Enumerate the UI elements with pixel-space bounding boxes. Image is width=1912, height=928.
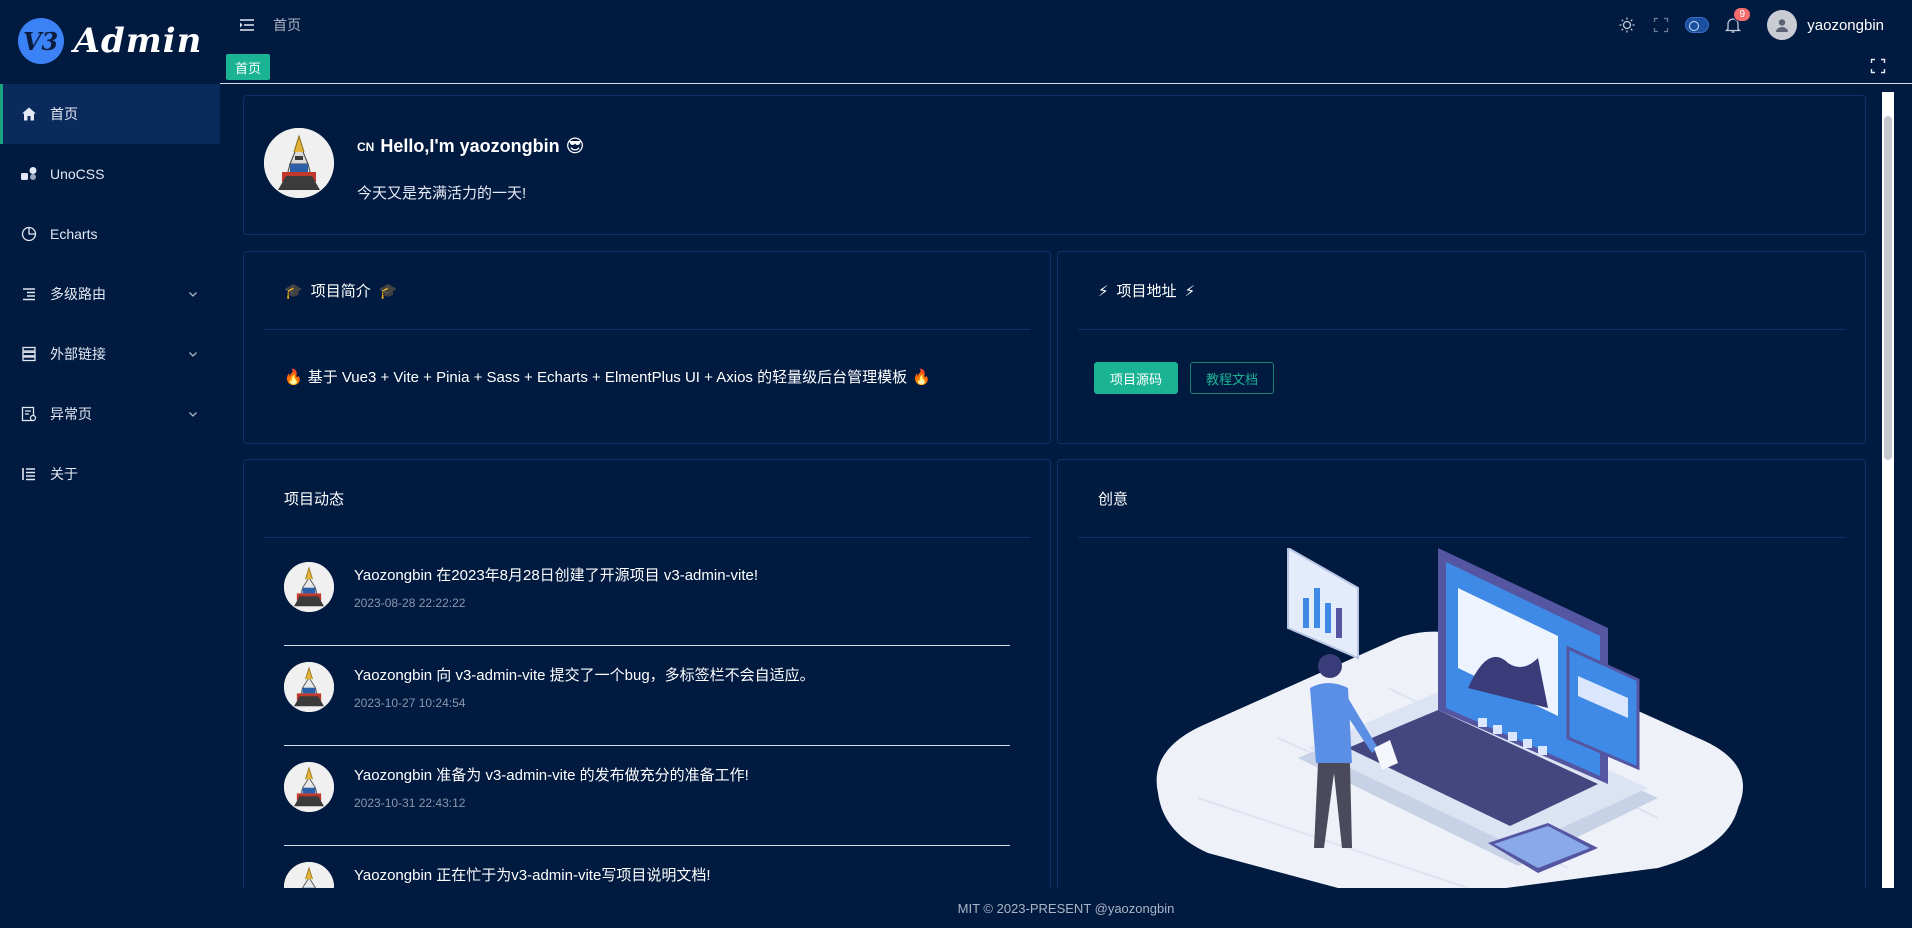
- docs-button[interactable]: 教程文档: [1190, 362, 1275, 394]
- home-icon: [20, 105, 38, 123]
- project-news-card: 项目动态 Yaozongbin 在2023年8月28日创建了开源项目 v3-ad…: [243, 459, 1051, 888]
- source-code-button[interactable]: 项目源码: [1094, 362, 1179, 394]
- scrollbar-thumb[interactable]: [1884, 116, 1892, 460]
- news-text: Yaozongbin 准备为 v3-admin-vite 的发布做充分的准备工作…: [354, 767, 749, 784]
- news-text: Yaozongbin 正在忙于为v3-admin-vite写项目说明文档!: [354, 867, 711, 884]
- username: yaozongbin: [1807, 16, 1884, 34]
- idea-card: 创意: [1057, 459, 1866, 888]
- hello-greeting: Hello,I'm yaozongbin: [380, 136, 560, 156]
- list-item: Yaozongbin 准备为 v3-admin-vite 的发布做充分的准备工作…: [284, 746, 1010, 846]
- breadcrumb[interactable]: 首页: [273, 15, 301, 35]
- fire-icon: 🔥: [912, 368, 931, 386]
- sunglasses-emoji-icon: 😎: [565, 136, 585, 156]
- list-icon: [20, 465, 38, 483]
- graduation-cap-icon: 🎓: [284, 282, 303, 300]
- sidebar-item-external-links[interactable]: 外部链接: [0, 324, 220, 384]
- avatar: [1767, 10, 1798, 40]
- pie-chart-icon: [20, 225, 38, 243]
- sidebar-item-unocss[interactable]: UnoCSS: [0, 144, 220, 204]
- avatar: [284, 662, 334, 712]
- top-header: 首页 9 yaozongbin: [220, 0, 1912, 50]
- logo[interactable]: V3 Admin: [0, 0, 220, 82]
- idea-illustration: [1156, 548, 1743, 888]
- card-title: 创意: [1098, 491, 1129, 508]
- card-header: 项目动态: [264, 460, 1030, 538]
- news-time: 2023-10-31 22:43:12: [354, 796, 466, 810]
- project-intro-text: 🔥 基于 Vue3 + Vite + Pinia + Sass + Echart…: [284, 366, 931, 387]
- card-header: 🎓 项目简介 🎓: [264, 252, 1030, 330]
- graduation-cap-icon: 🎓: [378, 282, 398, 300]
- menu-lines-icon: [20, 285, 38, 303]
- news-list: Yaozongbin 在2023年8月28日创建了开源项目 v3-admin-v…: [284, 546, 1010, 888]
- hello-title: CN Hello,I'm yaozongbin 😎: [357, 136, 584, 157]
- sidebar-item-label: 多级路由: [50, 286, 106, 302]
- hello-subtitle: 今天又是充满活力的一天!: [357, 185, 527, 202]
- card-header: ⚡ 项目地址 ⚡: [1078, 252, 1845, 330]
- address-buttons: 项目源码 教程文档: [1094, 362, 1275, 394]
- user-menu[interactable]: yaozongbin: [1767, 10, 1884, 40]
- sidebar-item-error-page[interactable]: 异常页: [0, 384, 220, 444]
- chevron-down-icon: [188, 286, 198, 302]
- country-code: CN: [357, 139, 375, 154]
- logo-badge: V3: [17, 18, 64, 64]
- tag-home[interactable]: 首页: [226, 54, 271, 80]
- logo-text: Admin: [73, 21, 203, 61]
- fullscreen-icon[interactable]: [1651, 15, 1671, 35]
- menu-toggle-icon[interactable]: [238, 16, 256, 34]
- card-title: 项目动态: [284, 491, 345, 508]
- list-item: Yaozongbin 向 v3-admin-vite 提交了一个bug，多标签栏…: [284, 646, 1010, 746]
- sidebar-item-multilevel-route[interactable]: 多级路由: [0, 264, 220, 324]
- lightning-icon: ⚡: [1098, 282, 1109, 300]
- sidebar: V3 Admin 首页 UnoCSS Echarts 多级路由 外部链接 异常页…: [0, 0, 220, 928]
- sidebar-item-about[interactable]: 关于: [0, 444, 220, 504]
- sidebar-item-echarts[interactable]: Echarts: [0, 204, 220, 264]
- bell-icon[interactable]: 9: [1723, 7, 1752, 35]
- news-text: Yaozongbin 向 v3-admin-vite 提交了一个bug，多标签栏…: [354, 667, 815, 684]
- avatar: [284, 862, 334, 888]
- sidebar-item-home[interactable]: 首页: [0, 84, 220, 144]
- error-page-icon: [20, 405, 38, 423]
- sidebar-item-label: 外部链接: [50, 346, 106, 362]
- server-icon: [20, 345, 38, 363]
- card-header: 创意: [1078, 460, 1845, 538]
- sidebar-item-label: Echarts: [50, 226, 98, 242]
- avatar: [284, 762, 334, 812]
- sidebar-item-label: UnoCSS: [50, 166, 105, 182]
- news-time: 2023-08-28 22:22:22: [354, 596, 466, 610]
- header-actions: 9 yaozongbin: [1617, 0, 1884, 50]
- card-title: 项目地址: [1116, 283, 1177, 300]
- list-item: Yaozongbin 正在忙于为v3-admin-vite写项目说明文档!: [284, 846, 1010, 888]
- theme-switch[interactable]: [1685, 17, 1710, 33]
- footer: MIT © 2023-PRESENT @yaozongbin: [957, 900, 1175, 916]
- sidebar-item-label: 关于: [50, 466, 78, 482]
- project-address-card: ⚡ 项目地址 ⚡ 项目源码 教程文档: [1057, 251, 1866, 444]
- sidebar-menu: 首页 UnoCSS Echarts 多级路由 外部链接 异常页 关于: [0, 84, 220, 504]
- chevron-down-icon: [188, 406, 198, 422]
- news-time: 2023-10-27 10:24:54: [354, 696, 466, 710]
- list-item: Yaozongbin 在2023年8月28日创建了开源项目 v3-admin-v…: [284, 546, 1010, 646]
- project-intro-card: 🎓 项目简介 🎓 🔥 基于 Vue3 + Vite + Pinia + Sass…: [243, 251, 1051, 444]
- notification-badge: 9: [1733, 7, 1752, 22]
- sidebar-item-label: 异常页: [50, 406, 92, 422]
- main-content: CN Hello,I'm yaozongbin 😎 今天又是充满活力的一天! 🎓…: [220, 86, 1880, 888]
- avatar: [284, 562, 334, 612]
- card-title: 项目简介: [310, 283, 371, 300]
- news-text: Yaozongbin 在2023年8月28日创建了开源项目 v3-admin-v…: [354, 567, 759, 584]
- sidebar-item-label: 首页: [50, 106, 78, 122]
- intro-description: 基于 Vue3 + Vite + Pinia + Sass + Echarts …: [307, 369, 908, 386]
- sun-icon[interactable]: [1617, 15, 1637, 35]
- chevron-down-icon: [188, 346, 198, 362]
- shapes-icon: [20, 165, 38, 183]
- tags-bar: 首页: [220, 50, 1912, 84]
- fire-icon: 🔥: [284, 368, 303, 386]
- lightning-icon: ⚡: [1184, 282, 1196, 300]
- scrollbar[interactable]: [1882, 92, 1894, 888]
- content-fullscreen-icon[interactable]: [1870, 58, 1888, 76]
- profile-avatar: [264, 128, 334, 198]
- hello-card: CN Hello,I'm yaozongbin 😎 今天又是充满活力的一天!: [243, 95, 1866, 235]
